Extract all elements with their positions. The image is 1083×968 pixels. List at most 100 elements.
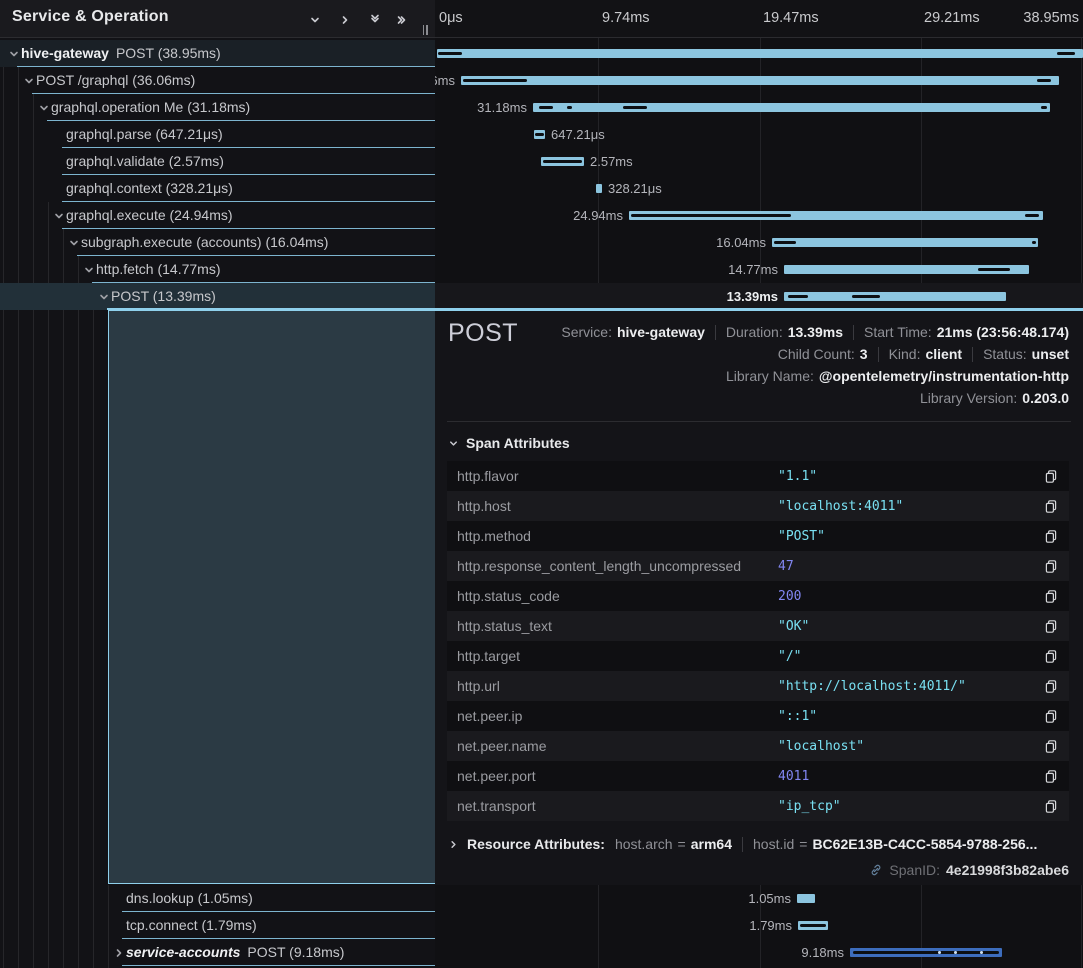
- span-row[interactable]: graphql.operation Me (31.18ms): [0, 94, 435, 121]
- copy-icon[interactable]: [1043, 708, 1059, 724]
- span-row[interactable]: graphql.parse (647.21μs): [0, 121, 435, 148]
- attribute-key: http.response_content_length_uncompresse…: [457, 558, 741, 574]
- copy-icon[interactable]: [1043, 798, 1059, 814]
- chevron-right-icon[interactable]: [336, 11, 354, 29]
- resource-value: BC62E13B-C4CC-5854-9788-256...: [812, 836, 1037, 852]
- span-bar[interactable]: [541, 157, 584, 166]
- span-row[interactable]: graphql.execute (24.94ms): [0, 202, 435, 229]
- resource-attributes-row[interactable]: Resource Attributes: host.arch=arm64host…: [448, 831, 1069, 857]
- resource-equals: =: [799, 836, 807, 852]
- operation-name: dns.lookup (1.05ms): [126, 890, 253, 906]
- meta-separator: [972, 347, 973, 362]
- span-row[interactable]: dns.lookup (1.05ms): [0, 885, 435, 912]
- attribute-value: "1.1": [778, 469, 817, 484]
- timeline-gridline: [921, 0, 922, 310]
- span-bar[interactable]: [629, 211, 1043, 220]
- resource-value: arm64: [691, 836, 732, 852]
- link-icon[interactable]: [869, 863, 883, 877]
- column-resize-handle[interactable]: [420, 24, 430, 36]
- copy-icon[interactable]: [1043, 498, 1059, 514]
- chevron-down-icon[interactable]: [22, 74, 35, 87]
- attribute-key: http.url: [457, 678, 500, 694]
- copy-icon[interactable]: [1043, 588, 1059, 604]
- panel-title: Service & Operation: [12, 8, 169, 26]
- bar-child-mark: [853, 951, 999, 954]
- span-bar[interactable]: [797, 894, 815, 903]
- attribute-key: http.flavor: [457, 468, 518, 484]
- double-chevron-down-icon[interactable]: [366, 11, 384, 29]
- chevron-down-icon[interactable]: [7, 47, 20, 60]
- span-row[interactable]: POST /graphql (36.06ms): [0, 67, 435, 94]
- meta-label: Start Time:: [864, 324, 932, 340]
- chevron-right-icon[interactable]: [112, 946, 125, 959]
- copy-icon[interactable]: [1043, 468, 1059, 484]
- detail-meta-line: Library Version:0.203.0: [920, 387, 1069, 409]
- chevron-down-icon[interactable]: [306, 11, 324, 29]
- attribute-key: http.method: [457, 528, 531, 544]
- span-bar[interactable]: [533, 103, 1050, 112]
- span-bar[interactable]: [798, 921, 828, 930]
- meta-label: Duration:: [726, 324, 783, 340]
- service-name: service-accounts: [126, 944, 240, 960]
- bar-child-mark: [535, 133, 544, 136]
- copy-icon[interactable]: [1043, 528, 1059, 544]
- service-name: hive-gateway: [21, 45, 109, 61]
- span-row[interactable]: POST (13.39ms): [0, 283, 435, 310]
- span-row[interactable]: graphql.context (328.21μs): [0, 175, 435, 202]
- span-row[interactable]: service-accountsPOST (9.18ms): [0, 939, 435, 966]
- copy-icon[interactable]: [1043, 648, 1059, 664]
- span-row[interactable]: hive-gatewayPOST (38.95ms): [0, 40, 435, 67]
- row-border: [122, 965, 435, 966]
- span-row-label: service-accountsPOST (9.18ms): [126, 939, 344, 966]
- span-row-label: POST /graphql (36.06ms): [36, 67, 195, 94]
- chevron-down-icon[interactable]: [97, 290, 110, 303]
- span-bar[interactable]: [850, 948, 1002, 957]
- copy-icon[interactable]: [1043, 618, 1059, 634]
- timeline-gridline: [1081, 0, 1082, 310]
- span-row[interactable]: graphql.validate (2.57ms): [0, 148, 435, 175]
- detail-divider: [447, 421, 1071, 422]
- selected-span-detail-spacer: [108, 310, 435, 884]
- bar-child-mark: [978, 268, 1010, 271]
- span-row[interactable]: http.fetch (14.77ms): [0, 256, 435, 283]
- attribute-value: "::1": [778, 709, 817, 724]
- span-bar[interactable]: [461, 76, 1059, 85]
- timeline-header: 0μs9.74ms19.47ms29.21ms38.95ms: [435, 0, 1083, 38]
- meta-label: Service:: [561, 324, 612, 340]
- meta-separator: [878, 347, 879, 362]
- meta-label: Library Name:: [726, 368, 814, 384]
- span-duration-label: 9.18ms: [801, 939, 844, 966]
- span-attributes-toggle[interactable]: Span Attributes: [448, 435, 570, 451]
- span-bar[interactable]: [437, 49, 1083, 58]
- meta-label: Library Version:: [920, 390, 1017, 406]
- copy-icon[interactable]: [1043, 678, 1059, 694]
- span-bar[interactable]: [596, 184, 602, 193]
- copy-icon[interactable]: [1043, 558, 1059, 574]
- bar-child-mark: [1041, 106, 1047, 109]
- double-chevron-right-icon[interactable]: [394, 11, 412, 29]
- trace-viewer: hive-gatewayPOST (38.95ms)POST /graphql …: [0, 0, 1083, 968]
- bar-child-mark: [774, 241, 796, 244]
- operation-name: graphql.operation Me (31.18ms): [51, 99, 250, 115]
- chevron-down-icon[interactable]: [52, 209, 65, 222]
- span-duration-label: 647.21μs: [551, 121, 605, 148]
- span-bar[interactable]: [784, 265, 1029, 274]
- span-row-label: subgraph.execute (accounts) (16.04ms): [81, 229, 328, 256]
- chevron-down-icon[interactable]: [82, 263, 95, 276]
- attribute-row: http.host"localhost:4011": [447, 491, 1069, 521]
- meta-value: 21ms (23:56:48.174): [937, 324, 1069, 340]
- span-bar[interactable]: [772, 238, 1038, 247]
- chevron-down-icon[interactable]: [37, 101, 50, 114]
- copy-icon[interactable]: [1043, 738, 1059, 754]
- span-duration-label: 328.21μs: [608, 175, 662, 202]
- span-row[interactable]: subgraph.execute (accounts) (16.04ms): [0, 229, 435, 256]
- bar-child-mark: [852, 295, 880, 298]
- span-bar[interactable]: [534, 130, 545, 139]
- copy-icon[interactable]: [1043, 768, 1059, 784]
- timeline-tick: 0μs: [439, 10, 463, 26]
- span-attributes-table: http.flavor "1.1" http.host"localhost:4011…: [447, 461, 1069, 821]
- chevron-down-icon[interactable]: [67, 236, 80, 249]
- span-row[interactable]: tcp.connect (1.79ms): [0, 912, 435, 939]
- span-bar[interactable]: [784, 292, 1006, 301]
- meta-value: 13.39ms: [788, 324, 843, 340]
